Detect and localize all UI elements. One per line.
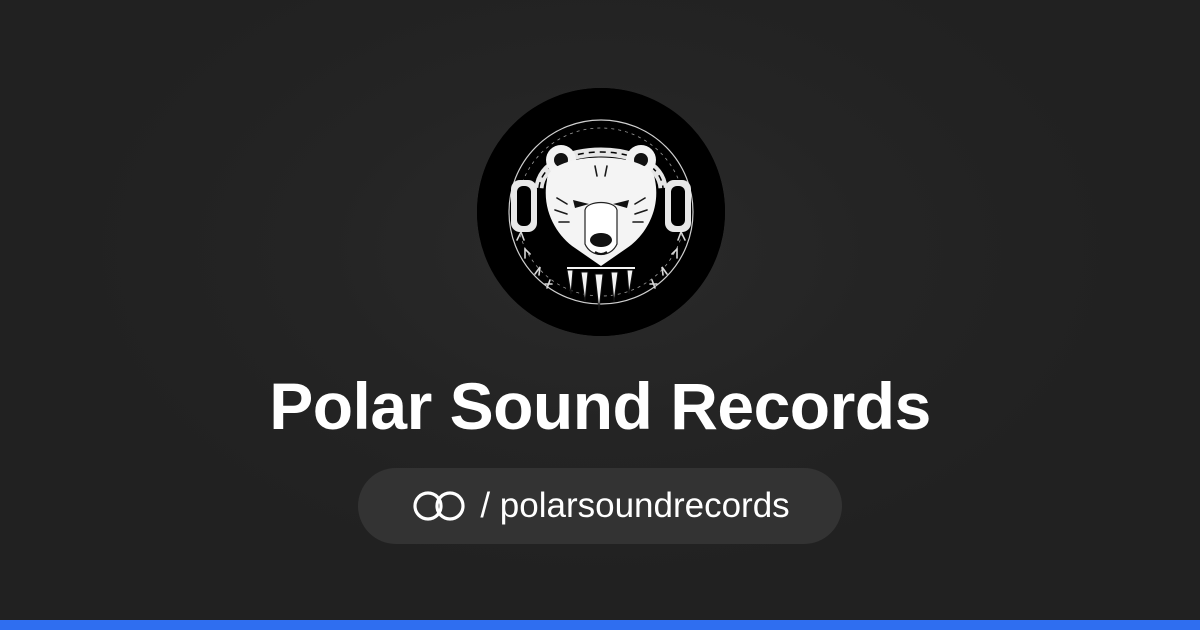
linked-rings-icon <box>413 491 465 521</box>
profile-handle: / polarsoundrecords <box>480 486 790 525</box>
accent-bar <box>0 620 1200 630</box>
profile-avatar <box>477 88 725 336</box>
profile-handle-link[interactable]: / polarsoundrecords <box>358 468 842 544</box>
bear-headphones-logo-icon <box>477 88 725 336</box>
profile-name: Polar Sound Records <box>269 369 931 443</box>
